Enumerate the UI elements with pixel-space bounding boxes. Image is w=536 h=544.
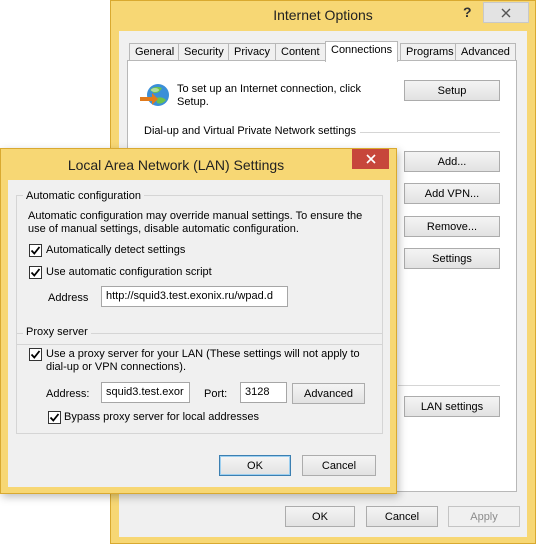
ok-button[interactable]: OK: [285, 506, 355, 527]
checkmark-icon: [30, 246, 41, 255]
add-vpn-button[interactable]: Add VPN...: [404, 183, 500, 204]
bypass-local-label[interactable]: Bypass proxy server for local addresses: [64, 411, 259, 423]
bypass-local-checkbox[interactable]: [48, 411, 61, 424]
dialup-heading: Dial-up and Virtual Private Network sett…: [144, 125, 356, 137]
section-divider: [360, 132, 500, 133]
remove-button[interactable]: Remove...: [404, 216, 500, 237]
checkmark-icon: [49, 413, 60, 422]
tab-advanced[interactable]: Advanced: [455, 43, 516, 61]
lan-settings-button[interactable]: LAN settings: [404, 396, 500, 417]
lan-divider: [398, 385, 500, 386]
checkmark-icon: [30, 268, 41, 277]
auto-detect-label[interactable]: Automatically detect settings: [46, 244, 185, 256]
tab-general[interactable]: General: [129, 43, 181, 61]
cancel-button[interactable]: Cancel: [366, 506, 438, 527]
advanced-button[interactable]: Advanced: [292, 383, 365, 404]
checkmark-icon: [30, 350, 41, 359]
lan-cancel-button[interactable]: Cancel: [302, 455, 376, 476]
apply-button[interactable]: Apply: [448, 506, 520, 527]
close-icon: [365, 154, 376, 164]
use-proxy-label[interactable]: Use a proxy server for your LAN (These s…: [46, 348, 371, 374]
use-proxy-checkbox[interactable]: [29, 348, 42, 361]
proxy-address-label: Address:: [46, 388, 90, 400]
script-address-input[interactable]: http://squid3.test.exonix.ru/wpad.d: [101, 286, 288, 307]
add-button[interactable]: Add...: [404, 151, 500, 172]
tab-programs[interactable]: Programs: [400, 43, 460, 61]
auto-config-description: Automatic configuration may override man…: [28, 210, 363, 235]
tab-security[interactable]: Security: [178, 43, 230, 61]
proxy-address-input[interactable]: squid3.test.exor: [101, 382, 190, 403]
close-button[interactable]: [483, 2, 529, 23]
auto-config-heading: Automatic configuration: [23, 190, 144, 202]
use-script-label[interactable]: Use automatic configuration script: [46, 266, 212, 278]
lan-dialog-body: Automatic configuration Automatic config…: [8, 180, 390, 487]
setup-description: To set up an Internet connection, click …: [177, 83, 362, 108]
globe-network-icon: [140, 84, 169, 106]
lan-ok-button[interactable]: OK: [219, 455, 291, 476]
proxy-port-label: Port:: [204, 388, 228, 400]
help-button[interactable]: ?: [463, 4, 472, 20]
setup-button[interactable]: Setup: [404, 80, 500, 101]
lan-settings-dialog: Local Area Network (LAN) Settings Automa…: [0, 148, 397, 494]
auto-detect-checkbox[interactable]: [29, 244, 42, 257]
close-icon: [501, 8, 511, 17]
tab-content[interactable]: Content: [275, 43, 326, 61]
tab-connections[interactable]: Connections: [325, 41, 399, 62]
settings-button[interactable]: Settings: [404, 248, 500, 269]
dialog-title: Local Area Network (LAN) Settings: [67, 157, 285, 173]
proxy-heading: Proxy server: [23, 326, 91, 338]
tab-privacy[interactable]: Privacy: [228, 43, 277, 61]
lan-close-button[interactable]: [352, 149, 389, 169]
script-address-label: Address: [48, 292, 89, 304]
proxy-port-input[interactable]: 3128: [240, 382, 287, 403]
use-script-checkbox[interactable]: [29, 266, 42, 279]
